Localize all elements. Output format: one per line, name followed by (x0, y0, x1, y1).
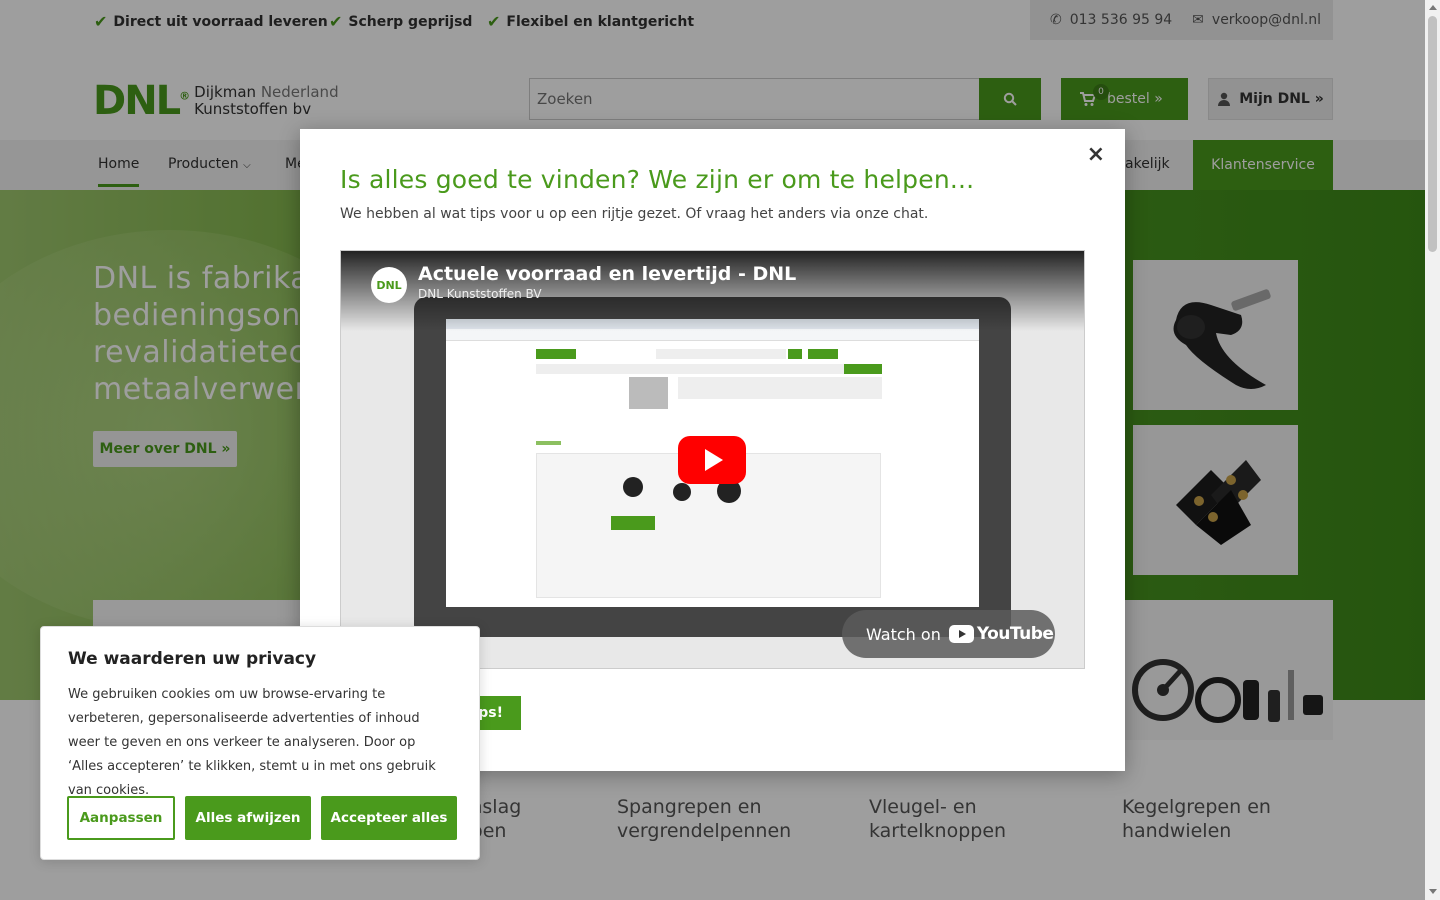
play-button[interactable] (678, 436, 746, 484)
youtube-play-icon (948, 625, 974, 643)
close-icon[interactable]: × (1087, 141, 1105, 169)
video-channel[interactable]: DNL Kunststoffen BV (418, 287, 542, 301)
youtube-logo: YouTube (948, 624, 1054, 644)
scroll-thumb[interactable] (1428, 16, 1437, 252)
channel-avatar[interactable]: DNL (371, 267, 407, 303)
page: ✔ Direct uit voorraad leveren ✔ Scherp g… (0, 0, 1425, 900)
cookie-banner: We waarderen uw privacy We gebruiken coo… (40, 626, 480, 860)
cookie-title: We waarderen uw privacy (68, 649, 317, 669)
cookie-reject-button[interactable]: Alles afwijzen (185, 796, 311, 840)
cookie-customize-button[interactable]: Aanpassen (67, 796, 175, 840)
video-player[interactable]: DNL Actuele voorraad en levertijd - DNL … (340, 250, 1085, 669)
modal-subtitle: We hebben al wat tips voor u op een rijt… (340, 206, 929, 222)
cookie-accept-button[interactable]: Accepteer alles (321, 796, 457, 840)
scroll-down-icon[interactable] (1429, 889, 1437, 894)
page-scrollbar[interactable] (1425, 0, 1440, 900)
video-title[interactable]: Actuele voorraad en levertijd - DNL (418, 263, 796, 285)
watch-on-youtube-button[interactable]: Watch on YouTube (842, 610, 1055, 658)
scroll-up-icon[interactable] (1429, 5, 1437, 10)
cookie-text: We gebruiken cookies om uw browse-ervari… (68, 687, 436, 798)
modal-title: Is alles goed te vinden? We zijn er om t… (340, 165, 975, 194)
